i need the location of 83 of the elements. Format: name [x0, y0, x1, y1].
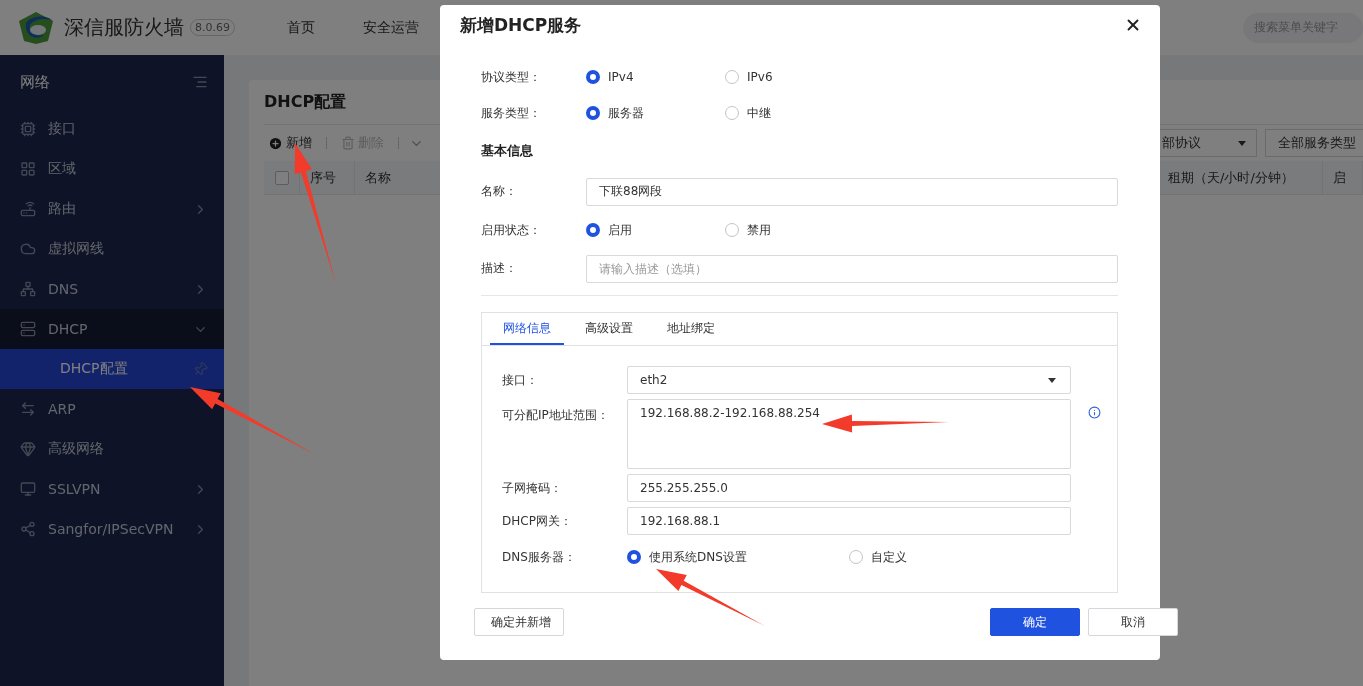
section-heading: 基本信息 [481, 142, 533, 160]
sidebar-item[interactable]: SSLVPN [0, 469, 224, 509]
text-area[interactable]: 192.168.88.2-192.168.88.254 [627, 399, 1071, 469]
radio-option[interactable]: 启用 [586, 221, 725, 239]
plus-icon [268, 135, 283, 151]
sidebar-item[interactable]: DNS [0, 269, 224, 309]
radio-button[interactable] [725, 106, 739, 120]
option-label: 启用 [608, 221, 632, 239]
gem-icon [20, 441, 36, 457]
text-field[interactable]: 255.255.255.0 [627, 474, 1071, 502]
radio-option[interactable]: 自定义 [849, 548, 1071, 566]
cloud-icon [20, 241, 36, 257]
caret-icon [1238, 140, 1246, 146]
option-label: 中继 [747, 104, 771, 122]
field-label: 可分配IP地址范围： [502, 407, 610, 424]
field-label: 服务类型： [481, 104, 542, 122]
confirm-button[interactable]: 确定 [990, 608, 1080, 636]
option-label: IPv4 [608, 70, 634, 84]
radio-option[interactable]: 服务器 [586, 104, 725, 122]
sidebar-item[interactable]: DHCP配置 [0, 349, 224, 389]
sidebar-title: 网络 [20, 72, 50, 92]
radio-option[interactable]: IPv6 [725, 70, 864, 84]
sidebar-item[interactable]: 路由 [0, 189, 224, 229]
field-label: 接口： [502, 371, 539, 389]
option-label: 使用系统DNS设置 [649, 548, 747, 566]
text-field[interactable]: 请输入描述（选填） [586, 254, 1118, 283]
interface-select[interactable]: eth2 [627, 366, 1071, 394]
field-label: DHCP网关： [502, 512, 573, 530]
option-label: 服务器 [608, 104, 644, 122]
radio-button[interactable] [586, 223, 600, 237]
radio-option[interactable]: 中继 [725, 104, 864, 122]
tab[interactable]: 地址绑定 [654, 313, 728, 345]
tab[interactable]: 网络信息 [490, 313, 564, 345]
radio-button[interactable] [725, 223, 739, 237]
network-icon [20, 281, 36, 297]
arrows-icon [20, 401, 36, 417]
radio-option[interactable]: IPv4 [586, 70, 725, 84]
text-field[interactable]: 192.168.88.1 [627, 507, 1071, 535]
chip-icon [20, 121, 36, 137]
dialog-title: 新增DHCP服务 [460, 13, 582, 37]
field-label: 启用状态： [481, 221, 542, 239]
page-title: DHCP配置 [264, 91, 347, 113]
radio-button[interactable] [586, 70, 600, 84]
share-nodes-icon [20, 521, 36, 537]
server-icon [20, 321, 36, 337]
logo-icon [18, 10, 55, 45]
info-icon[interactable] [1087, 406, 1101, 419]
radio-option[interactable]: 禁用 [725, 221, 864, 239]
field-label: 子网掩码： [502, 479, 563, 497]
sidebar-item[interactable]: ARP [0, 389, 224, 429]
caret-icon [1048, 377, 1056, 383]
menu-icon[interactable] [192, 74, 208, 90]
product-name: 深信服防火墙 [64, 14, 184, 41]
field-label: 协议类型： [481, 68, 542, 86]
router-icon [20, 201, 36, 217]
field-label: 描述： [481, 260, 518, 277]
sidebar-item[interactable]: 接口 [0, 109, 224, 149]
option-label: 自定义 [871, 548, 907, 566]
secondary-button[interactable]: 取消 [1088, 608, 1178, 636]
service-type-button[interactable]: 全部服务类型 [1265, 129, 1363, 157]
grid-icon [20, 161, 36, 177]
radio-button[interactable] [849, 550, 863, 564]
nav-link[interactable]: 安全运营 [363, 18, 419, 37]
tab[interactable]: 高级设置 [572, 313, 646, 345]
sidebar-item[interactable]: DHCP [0, 309, 224, 349]
secondary-button[interactable]: 确定并新增 [474, 608, 564, 636]
radio-button[interactable] [586, 106, 600, 120]
monitor-icon [20, 481, 36, 497]
sidebar-item[interactable]: 区域 [0, 149, 224, 189]
sidebar-item[interactable]: 高级网络 [0, 429, 224, 469]
radio-option[interactable]: 使用系统DNS设置 [627, 548, 849, 566]
option-label: IPv6 [747, 70, 773, 84]
sidebar-item[interactable]: Sangfor/IPSecVPN [0, 509, 224, 549]
text-field[interactable]: 下联88网段 [586, 177, 1118, 206]
radio-button[interactable] [725, 70, 739, 84]
trash-icon [341, 136, 355, 150]
field-label: DNS服务器： [502, 548, 577, 566]
checkbox[interactable] [274, 170, 289, 185]
nav-link[interactable]: 首页 [287, 18, 315, 37]
option-label: 禁用 [747, 221, 771, 239]
sidebar-item[interactable]: 虚拟网线 [0, 229, 224, 269]
column-header: 启 [1323, 161, 1363, 194]
radio-button[interactable] [627, 550, 641, 564]
